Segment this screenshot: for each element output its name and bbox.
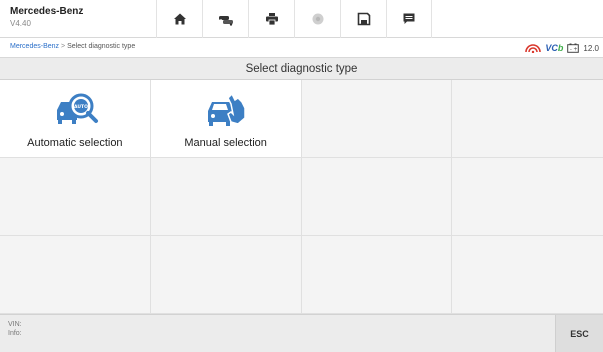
vin-label: VIN: <box>8 321 22 328</box>
automatic-selection-label: Automatic selection <box>27 137 123 149</box>
selection-grid: AUTO Automatic selection Manual selectio… <box>0 80 603 314</box>
manual-selection-label: Manual selection <box>184 137 267 149</box>
empty-grid-cell <box>0 236 151 314</box>
page-title: Select diagnostic type <box>245 62 358 75</box>
brand-name: Mercedes-Benz <box>10 6 84 17</box>
vci-label: VCb <box>545 43 563 53</box>
vci-status: VCb - + 12.0 <box>525 41 599 55</box>
empty-grid-cell <box>150 158 302 236</box>
empty-grid-cell <box>150 236 302 314</box>
empty-grid-cell <box>301 236 453 314</box>
vehicle-swap-button[interactable] <box>202 0 248 38</box>
message-icon <box>403 13 415 24</box>
manual-selection-option[interactable]: Manual selection <box>150 80 302 158</box>
automatic-selection-option[interactable]: AUTO Automatic selection <box>0 80 151 158</box>
message-button[interactable] <box>386 0 432 38</box>
bottom-bar: VIN: Info: ESC <box>0 314 603 352</box>
manual-car-icon <box>207 92 246 126</box>
breadcrumb-current: Select diagnostic type <box>67 43 136 50</box>
breadcrumb-root[interactable]: Mercedes-Benz <box>10 43 59 50</box>
print-button[interactable] <box>248 0 294 38</box>
auto-car-icon: AUTO <box>56 93 98 124</box>
breadcrumb: Mercedes-Benz > Select diagnostic type <box>10 43 135 50</box>
app-version: V4.40 <box>10 19 31 28</box>
empty-grid-cell <box>452 236 603 314</box>
brand: Mercedes-Benz V4.40 <box>10 6 83 29</box>
empty-grid-cell <box>301 80 453 158</box>
home-button[interactable] <box>156 0 202 38</box>
esc-button[interactable]: ESC <box>555 315 603 352</box>
signal-icon <box>525 43 542 53</box>
vci-label-suffix: b <box>557 43 564 53</box>
empty-grid-cell <box>301 158 453 236</box>
empty-grid-cell <box>452 158 603 236</box>
battery-icon: - + <box>567 43 580 53</box>
breadcrumb-separator: > <box>61 43 66 50</box>
page-title-bar: Select diagnostic type <box>0 58 603 80</box>
vehicle-info: VIN: Info: <box>8 320 22 338</box>
svg-text:- +: - + <box>570 46 578 52</box>
empty-grid-cell <box>0 158 151 236</box>
vci-label-main: VC <box>545 43 558 53</box>
save-icon <box>357 12 370 26</box>
voltage-readout: 12.0 <box>583 43 599 53</box>
empty-grid-cell <box>452 80 603 158</box>
breadcrumb-bar: Mercedes-Benz > Select diagnostic type VCb… <box>0 38 603 58</box>
vehicle-swap-icon <box>218 16 233 26</box>
home-icon <box>173 13 186 25</box>
top-toolbar: Mercedes-Benz V4.40 <box>0 0 603 38</box>
save-button[interactable] <box>340 0 386 38</box>
print-icon <box>265 13 278 26</box>
record-icon <box>312 13 323 25</box>
auto-badge: AUTO <box>74 104 88 110</box>
info-label: Info: <box>8 330 22 337</box>
record-button[interactable] <box>294 0 340 38</box>
